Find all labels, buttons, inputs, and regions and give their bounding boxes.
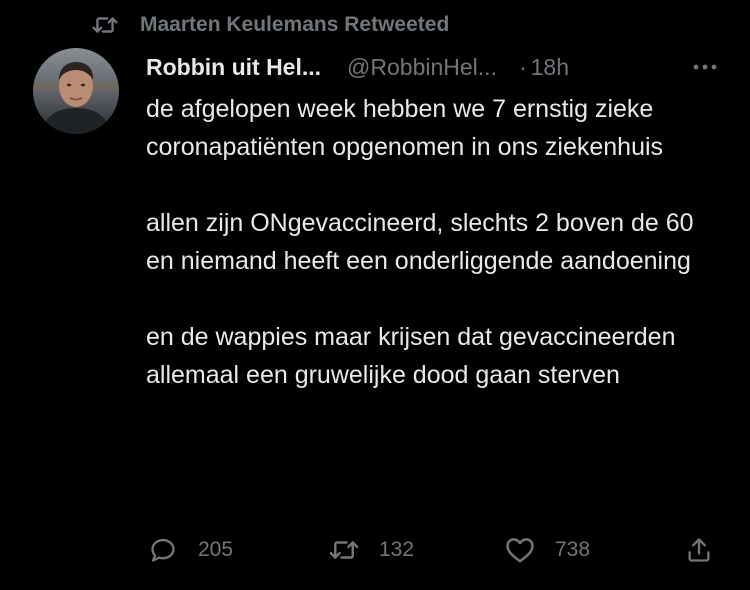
avatar[interactable]: [33, 48, 119, 134]
like-count: 738: [555, 538, 591, 561]
tweet-paragraph: de afgelopen week hebben we 7 ernstig zi…: [146, 95, 664, 161]
retweet-count: 132: [379, 538, 415, 561]
tweet-header: Robbin uit Hel... @RobbinHel... · 18h: [146, 50, 720, 84]
tweet-paragraph: allen zijn ONgevaccineerd, slechts 2 bov…: [146, 209, 694, 275]
retweet-icon: [92, 12, 118, 38]
retweet-banner-text: Maarten Keulemans Retweeted: [140, 13, 450, 36]
retweet-icon: [329, 535, 359, 565]
tweet-actions: 205 132 738: [146, 531, 716, 569]
reply-button[interactable]: 205: [148, 531, 233, 569]
reply-icon: [148, 535, 178, 565]
author-display-name[interactable]: Robbin uit Hel...: [146, 54, 321, 81]
tweet-paragraph: en de wappies maar krijsen dat gevaccine…: [146, 323, 676, 389]
header-separator: ·: [518, 53, 527, 80]
retweet-banner[interactable]: Maarten Keulemans Retweeted: [92, 10, 449, 40]
heart-icon: [505, 535, 535, 565]
retweet-button[interactable]: 132: [329, 531, 414, 569]
share-icon: [684, 535, 714, 565]
like-button[interactable]: 738: [505, 531, 590, 569]
reply-count: 205: [198, 538, 234, 561]
share-button[interactable]: [684, 531, 734, 569]
tweet[interactable]: Maarten Keulemans Retweeted Robbin uit H…: [0, 0, 750, 590]
more-options-icon[interactable]: [690, 56, 720, 78]
tweet-timestamp[interactable]: 18h: [531, 54, 569, 81]
tweet-text: de afgelopen week hebben we 7 ernstig zi…: [146, 90, 716, 394]
author-handle[interactable]: @RobbinHel...: [347, 54, 497, 81]
